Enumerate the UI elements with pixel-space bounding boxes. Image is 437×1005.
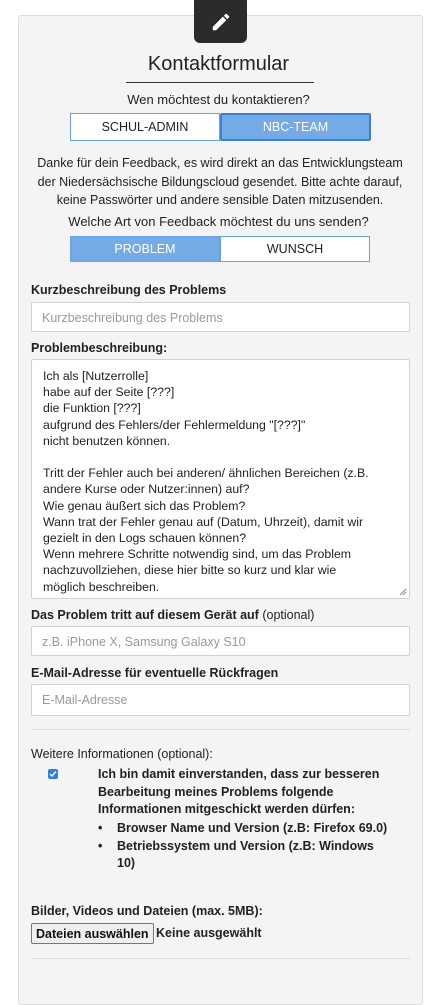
page-title: Kontaktformular	[147, 53, 290, 75]
textarea-line: die Funktion [???]	[43, 401, 141, 416]
list-item: • Betriebssystem und Version (z.B: Window…	[98, 838, 388, 873]
section-divider	[31, 958, 410, 959]
feedback-option-problem[interactable]: PROBLEM	[70, 236, 220, 262]
file-selection-status: Keine ausgewählt	[156, 926, 262, 940]
consent-bullet-list: • Browser Name und Version (z.B: Firefox …	[98, 820, 388, 873]
problem-description-textarea[interactable]: Ich als [Nutzerrolle] habe auf der Seite…	[31, 359, 410, 599]
problem-description-label: Problembeschreibung:	[31, 341, 168, 355]
textarea-line: habe auf der Seite [???]	[43, 385, 175, 400]
feedback-option-wunsch[interactable]: WUNSCH	[220, 236, 370, 262]
title-underline	[126, 82, 314, 83]
recipient-selector: SCHUL-ADMIN NBC-TEAM	[70, 113, 371, 141]
short-description-input[interactable]: Kurzbeschreibung des Problems	[31, 302, 410, 332]
section-divider	[31, 729, 410, 730]
list-item: • Browser Name und Version (z.B: Firefox …	[98, 820, 388, 838]
textarea-line: andere Kurse oder Nutzer:innen) auf?	[43, 482, 250, 497]
textarea-line	[43, 449, 398, 465]
textarea-line: Ich als [Nutzerrolle]	[43, 369, 149, 383]
device-input[interactable]: z.B. iPhone X, Samsung Galaxy S10	[31, 626, 410, 656]
textarea-line: Wenn mehrere Schritte notwendig sind, um…	[43, 547, 352, 562]
short-description-label: Kurzbeschreibung des Problems	[31, 283, 227, 297]
further-info-label: Weitere Informationen (optional):	[31, 747, 213, 761]
resize-handle-icon[interactable]	[399, 588, 407, 596]
files-label: Bilder, Videos und Dateien (max. 5MB):	[31, 904, 263, 918]
email-label: E-Mail-Adresse für eventuelle Rückfragen	[31, 666, 279, 680]
intro-text: Danke für dein Feedback, es wird direkt …	[37, 156, 403, 207]
textarea-line: Tritt der Fehler auch bei anderen/ ähnli…	[43, 466, 369, 481]
pencil-icon	[212, 13, 229, 30]
email-input[interactable]: E-Mail-Adresse	[31, 684, 410, 716]
checkmark-icon	[49, 771, 57, 778]
textarea-line: möglich beschreiben.	[43, 579, 160, 594]
textarea-line: Wann trat der Fehler genau auf (Datum, U…	[43, 514, 364, 529]
recipient-question: Wen möchtest du kontaktieren?	[127, 92, 310, 107]
consent-checkbox[interactable]	[48, 769, 58, 779]
device-optional-note: (optional)	[262, 608, 315, 622]
textarea-line: nachzuvollziehen, diese hier bitte so ku…	[43, 563, 337, 578]
bullet-text: Betriebssystem und Version (z.B: Windows…	[117, 838, 374, 871]
textarea-line: Wie genau äußert sich das Problem?	[43, 498, 246, 513]
bullet-text: Browser Name und Version (z.B: Firefox 6…	[117, 821, 388, 835]
device-label: Das Problem tritt auf diesem Gerät auf (…	[31, 608, 314, 622]
consent-text: Ich bin damit einverstanden, dass zur be…	[98, 767, 380, 816]
textarea-line: aufgrund des Fehlers/der Fehlermeldung "…	[43, 417, 306, 432]
choose-files-button[interactable]: Dateien auswählen	[31, 923, 154, 944]
feedback-type-question: Welche Art von Feedback möchtest du uns …	[68, 214, 369, 229]
recipient-option-nbc-team[interactable]: NBC-TEAM	[220, 113, 371, 141]
textarea-line: nicht benutzen können.	[43, 433, 171, 448]
device-label-text: Das Problem tritt auf diesem Gerät auf	[31, 608, 259, 622]
edit-badge	[194, 0, 247, 43]
recipient-option-schul-admin[interactable]: SCHUL-ADMIN	[70, 113, 220, 141]
feedback-type-selector: PROBLEM WUNSCH	[70, 236, 370, 262]
textarea-line: gezielt in den Logs schauen können?	[43, 531, 247, 546]
